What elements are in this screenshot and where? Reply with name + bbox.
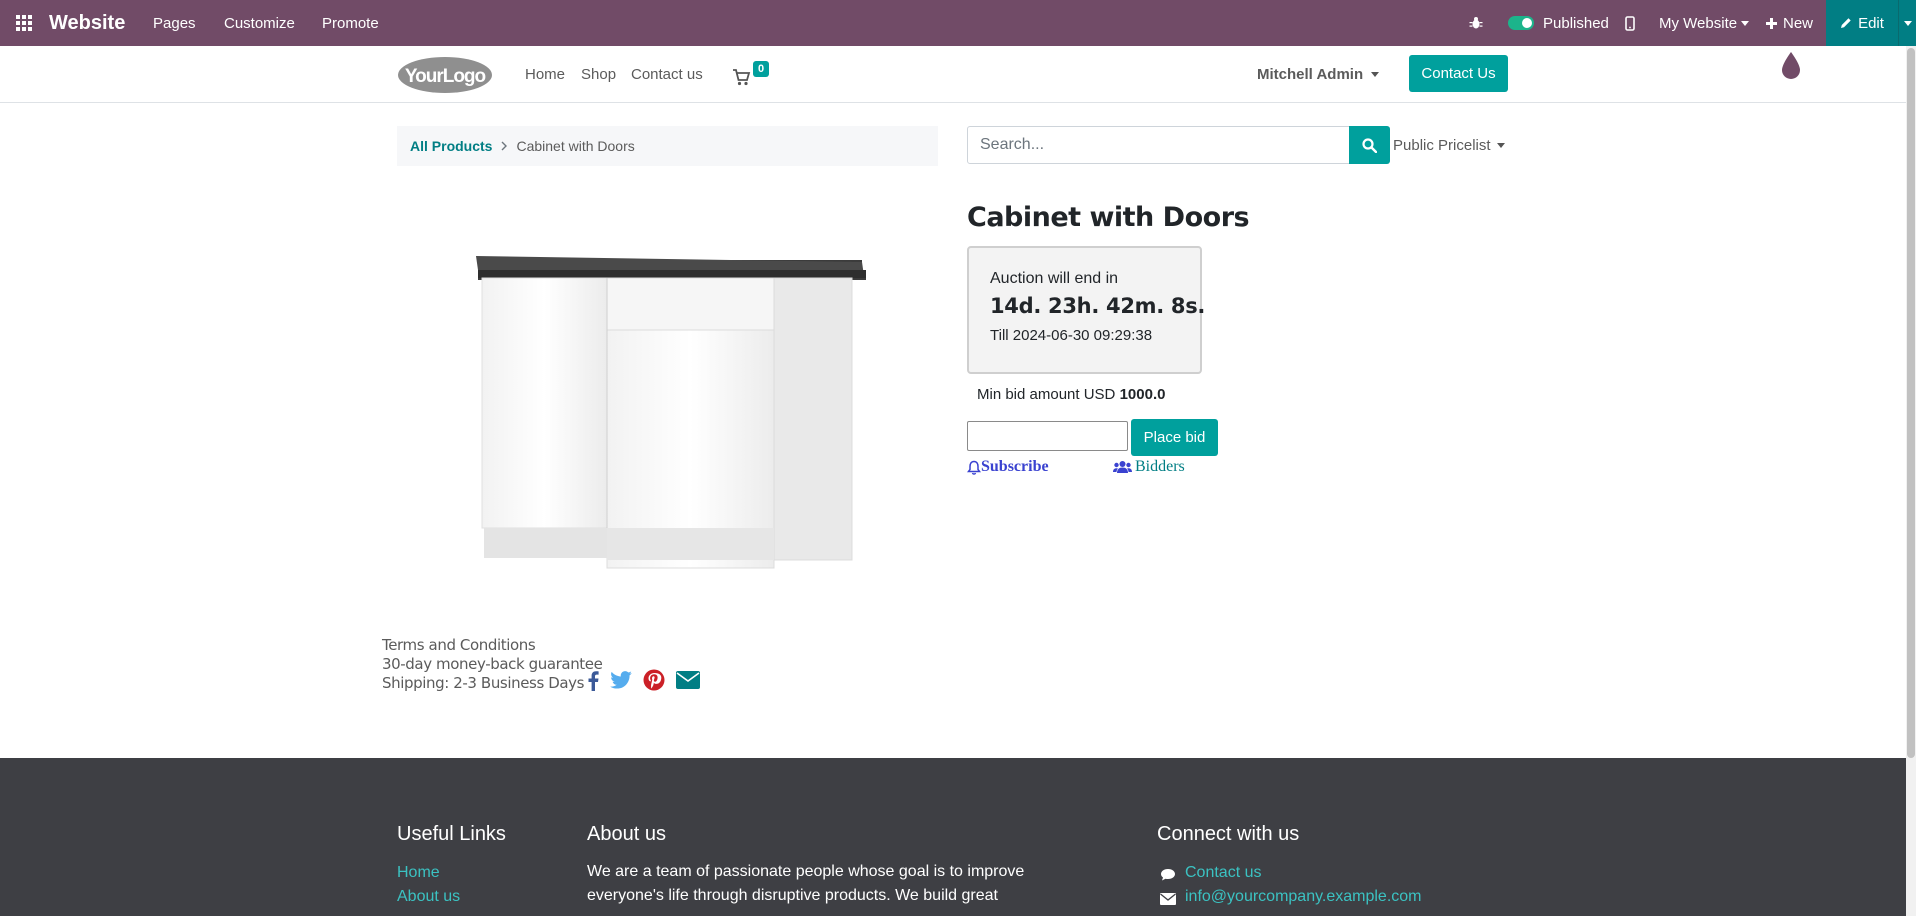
bidders-link[interactable]: Bidders — [1113, 458, 1185, 476]
bidders-label: Bidders — [1135, 458, 1185, 475]
footer-contact-link[interactable]: Contact us — [1185, 864, 1261, 882]
site-logo[interactable]: YourLogo — [397, 54, 493, 99]
edit-dropdown-toggle[interactable] — [1898, 0, 1916, 46]
user-name: Mitchell Admin — [1257, 66, 1364, 83]
search-icon — [1362, 137, 1377, 153]
users-icon — [1113, 461, 1132, 473]
menu-promote[interactable]: Promote — [322, 0, 379, 46]
cart-count-badge: 0 — [753, 61, 769, 77]
pricelist-label: Public Pricelist — [1393, 136, 1491, 154]
new-button[interactable]: New — [1766, 0, 1813, 46]
droplet-icon — [1779, 50, 1803, 87]
breadcrumb-all-products[interactable]: All Products — [410, 138, 492, 154]
envelope-icon — [1160, 892, 1176, 910]
place-bid-button[interactable]: Place bid — [1131, 419, 1218, 456]
app-name[interactable]: Website — [49, 0, 125, 46]
mobile-preview-icon[interactable] — [1625, 0, 1635, 46]
terms-link[interactable]: Terms and Conditions — [382, 636, 602, 655]
footer-about-line-2: everyone's life through disruptive produ… — [587, 887, 998, 904]
terms-block: Terms and Conditions 30-day money-back g… — [382, 636, 603, 693]
user-menu[interactable]: Mitchell Admin — [1257, 46, 1380, 103]
footer-useful-links-title: Useful Links — [397, 823, 506, 845]
scrollbar-thumb[interactable] — [1907, 48, 1915, 758]
auction-end-label: Auction will end in — [990, 270, 1119, 287]
published-toggle[interactable]: Published — [1508, 0, 1609, 46]
product-title: Cabinet with Doors — [967, 202, 1250, 233]
logo-text: YourLogo — [405, 66, 486, 87]
shipping-text: Shipping: 2-3 Business Days — [382, 674, 585, 692]
min-bid: Min bid amount USD 1000.0 — [977, 386, 1165, 403]
comment-icon — [1160, 868, 1176, 887]
footer-link-home[interactable]: Home — [397, 864, 440, 882]
footer-connect-title: Connect with us — [1157, 823, 1300, 845]
money-back-text: 30-day money-back guarantee — [382, 655, 603, 673]
published-label: Published — [1543, 14, 1609, 32]
edit-label: Edit — [1858, 14, 1884, 32]
plus-icon — [1766, 17, 1777, 29]
chevron-right-icon — [501, 141, 508, 151]
edit-button[interactable]: Edit — [1826, 0, 1898, 46]
breadcrumb: All Products Cabinet with Doors — [397, 126, 938, 166]
menu-pages[interactable]: Pages — [153, 0, 196, 46]
site-header: YourLogo Home Shop Contact us 0 Mitchell… — [0, 46, 1906, 103]
product-image — [470, 240, 870, 575]
menu-customize[interactable]: Customize — [224, 0, 295, 46]
subscribe-link[interactable]: Subscribe — [967, 458, 1049, 476]
footer-about-title: About us — [587, 823, 666, 845]
min-bid-label: Min bid amount USD — [977, 386, 1116, 403]
pinterest-icon[interactable] — [643, 669, 665, 691]
nav-shop[interactable]: Shop — [581, 46, 616, 103]
website-switcher-label: My Website — [1659, 14, 1738, 32]
apps-menu-icon[interactable] — [15, 0, 33, 46]
subscribe-label: Subscribe — [981, 458, 1049, 475]
search-button[interactable] — [1349, 126, 1390, 164]
auction-countdown: 14d. 23h. 42m. 8s. — [990, 294, 1206, 318]
toggle-switch-icon[interactable] — [1508, 16, 1534, 30]
email-icon[interactable] — [676, 671, 700, 689]
search-input[interactable] — [967, 126, 1350, 164]
social-share — [587, 669, 700, 691]
bell-icon — [967, 460, 981, 475]
nav-home[interactable]: Home — [525, 46, 565, 103]
nav-contact[interactable]: Contact us — [631, 46, 703, 103]
admin-bar: Website Pages Customize Promote Publishe… — [0, 0, 1916, 46]
pencil-icon — [1841, 18, 1851, 28]
website-switcher[interactable]: My Website — [1659, 0, 1750, 46]
footer-about-line-1: We are a team of passionate people whose… — [587, 863, 1025, 880]
contact-us-button[interactable]: Contact Us — [1409, 55, 1508, 92]
chevron-down-icon — [1904, 21, 1912, 26]
footer-email-link[interactable]: info@yourcompany.example.com — [1185, 888, 1422, 906]
chevron-down-icon — [1371, 72, 1380, 77]
chevron-down-icon — [1741, 20, 1750, 26]
breadcrumb-current: Cabinet with Doors — [516, 138, 635, 154]
twitter-icon[interactable] — [610, 671, 632, 689]
bid-amount-input[interactable] — [967, 421, 1128, 451]
min-bid-value: 1000.0 — [1119, 386, 1166, 403]
new-label: New — [1783, 14, 1814, 32]
footer-about-text: We are a team of passionate people whose… — [587, 860, 1024, 908]
site-footer: Useful Links Home About us About us We a… — [0, 758, 1906, 916]
auction-till-date: Till 2024-06-30 09:29:38 — [990, 327, 1153, 344]
cart-icon — [733, 69, 751, 86]
pricelist-dropdown[interactable]: Public Pricelist — [1393, 126, 1505, 164]
facebook-icon[interactable] — [587, 670, 599, 691]
auction-countdown-box: Auction will end in 14d. 23h. 42m. 8s. T… — [967, 246, 1206, 374]
chevron-down-icon — [1496, 142, 1505, 148]
footer-link-about[interactable]: About us — [397, 888, 460, 906]
debug-bug-icon[interactable] — [1469, 0, 1483, 46]
